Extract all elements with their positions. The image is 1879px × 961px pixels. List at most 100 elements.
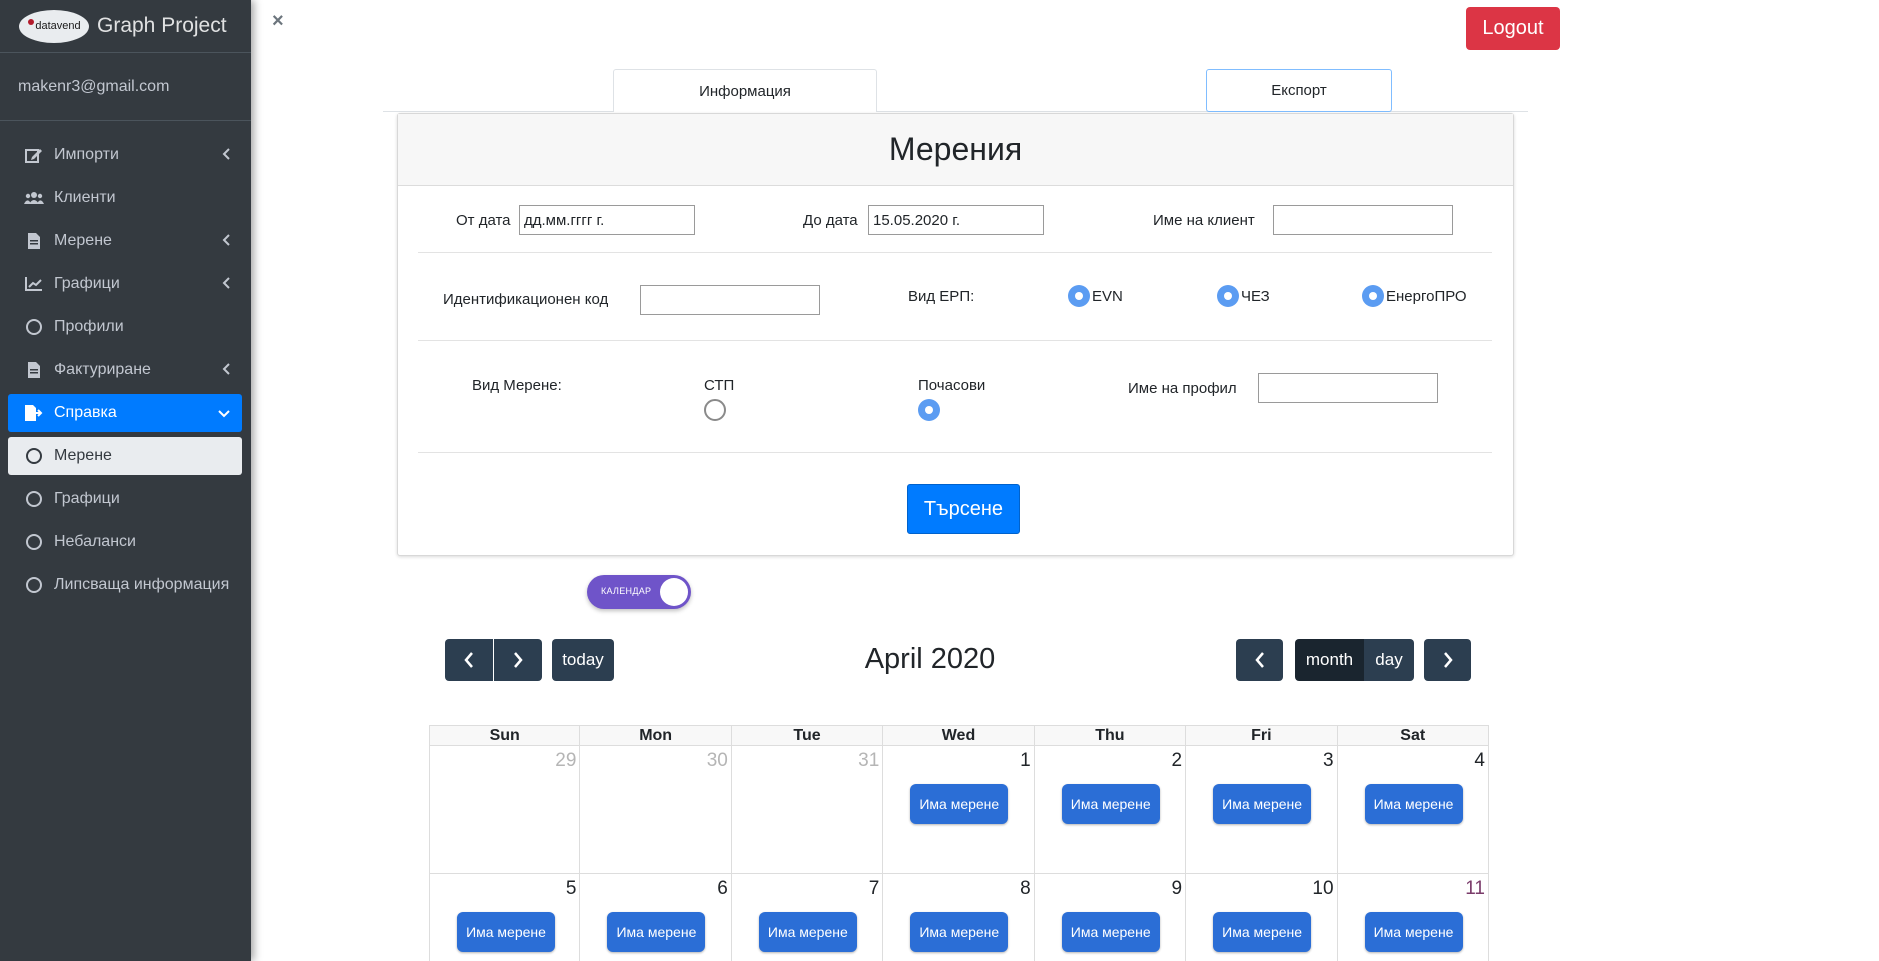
calendar-day-number[interactable]: 4: [1474, 750, 1485, 772]
from-date-input[interactable]: [519, 205, 695, 235]
calendar-day-number[interactable]: 1: [1020, 750, 1031, 772]
calendar-event[interactable]: Има мерене: [1061, 784, 1160, 824]
profile-name-input[interactable]: [1258, 373, 1438, 403]
calendar-day-cell[interactable]: 8 Има мерене: [883, 874, 1035, 961]
weekday-header: Mon: [580, 726, 732, 745]
sidebar-item-metering[interactable]: Мерене: [8, 222, 242, 260]
calendar-event[interactable]: Има мерене: [910, 912, 1009, 952]
calendar-day-cell[interactable]: 7 Има мерене: [732, 874, 884, 961]
calendar-day-number[interactable]: 7: [869, 878, 880, 900]
sidebar-item-invoicing[interactable]: Фактуриране: [8, 351, 242, 389]
to-date-label: До дата: [803, 212, 858, 229]
id-code-label: Идентификационен код: [443, 291, 609, 308]
calendar-event[interactable]: Има мерене: [758, 912, 857, 952]
metering-type-label: Вид Мерене:: [472, 377, 562, 394]
calendar-day-cell[interactable]: 30: [580, 746, 732, 873]
calendar-event[interactable]: Има мерене: [457, 912, 555, 952]
view-day-button[interactable]: day: [1364, 639, 1414, 681]
calendar-day-cell[interactable]: 11 Има мерене: [1338, 874, 1489, 961]
calendar-day-number[interactable]: 2: [1172, 750, 1183, 772]
calendar-week-row: 29 30 31 1 Има мерене 2 Има мерене 3 Има мерене 4…: [429, 746, 1489, 874]
circle-icon: [23, 448, 45, 464]
id-code-input[interactable]: [640, 285, 820, 315]
calendar-today-button[interactable]: today: [552, 639, 614, 681]
erp-evn-radio[interactable]: [1068, 285, 1090, 307]
measurements-card: Мерения От дата До дата Име на клиент Ид…: [397, 113, 1514, 556]
erp-energopro-radio[interactable]: [1362, 285, 1384, 307]
calendar-day-number[interactable]: 3: [1323, 750, 1334, 772]
calendar-day-cell[interactable]: 9 Има мерене: [1035, 874, 1187, 961]
row-divider: [418, 252, 1492, 253]
calendar-day-number[interactable]: 10: [1312, 878, 1333, 900]
erp-evn-label: EVN: [1092, 288, 1123, 305]
search-button[interactable]: Търсене: [907, 484, 1020, 534]
chevron-left-icon: [222, 362, 230, 380]
chevron-left-icon: [222, 147, 230, 165]
sidebar-subitem-missing-info[interactable]: Липсваща информация: [8, 566, 242, 604]
calendar-day-cell[interactable]: 6 Има мерене: [580, 874, 732, 961]
calendar-day-cell[interactable]: 3 Има мерене: [1186, 746, 1338, 873]
calendar-day-number[interactable]: 30: [707, 750, 728, 772]
calendar-next-button[interactable]: [494, 639, 542, 681]
sidebar-item-graphs[interactable]: Графици: [8, 265, 242, 303]
calendar-event[interactable]: Има мерене: [1364, 784, 1463, 824]
chevron-left-icon: [222, 276, 230, 294]
to-date-input[interactable]: [868, 205, 1044, 235]
calendar-toggle[interactable]: КАЛЕНДАР: [587, 575, 691, 609]
calendar-day-cell[interactable]: 29: [429, 746, 581, 873]
calendar-day-number[interactable]: 9: [1172, 878, 1183, 900]
sidebar-item-reports[interactable]: Справка: [8, 394, 242, 432]
logout-button[interactable]: Logout: [1466, 7, 1560, 50]
calendar-day-cell[interactable]: 31: [732, 746, 884, 873]
sidebar-subitem-label: Мерене: [54, 447, 112, 464]
calendar-weeks: 29 30 31 1 Има мерене 2 Има мерене 3 Има мерене 4…: [429, 746, 1489, 961]
client-name-input[interactable]: [1273, 205, 1453, 235]
calendar-day-number[interactable]: 6: [717, 878, 728, 900]
close-icon[interactable]: ×: [272, 10, 284, 33]
calendar-event[interactable]: Има мерене: [1364, 912, 1463, 952]
tab-export[interactable]: Експорт: [1206, 69, 1392, 112]
metering-stp-radio[interactable]: [704, 399, 726, 421]
brand[interactable]: datavend Graph Project: [0, 0, 251, 53]
sidebar-subitem-graphs[interactable]: Графици: [8, 480, 242, 518]
erp-cez-label: ЧЕЗ: [1241, 288, 1270, 305]
calendar-event[interactable]: Има мерене: [1061, 912, 1160, 952]
calendar-prev-month-button[interactable]: [1236, 639, 1283, 681]
sidebar-nav: Импорти Клиенти Мерене Графици Профили Ф…: [8, 136, 242, 609]
metering-stp-label: СТП: [704, 377, 735, 394]
sidebar-subitem-metering[interactable]: Мерене: [8, 437, 242, 475]
calendar-day-number[interactable]: 31: [858, 750, 879, 772]
calendar-day-cell[interactable]: 10 Има мерене: [1186, 874, 1338, 961]
chart-line-icon: [23, 277, 45, 291]
sidebar-subitem-imbalances[interactable]: Небаланси: [8, 523, 242, 561]
sidebar-item-clients[interactable]: Клиенти: [8, 179, 242, 217]
calendar-event[interactable]: Има мерене: [1213, 784, 1312, 824]
calendar-event[interactable]: Има мерене: [1213, 912, 1312, 952]
calendar-day-number[interactable]: 11: [1465, 878, 1485, 900]
calendar-prev-button[interactable]: [445, 639, 493, 681]
chevron-right-icon: [514, 652, 523, 668]
calendar-day-number[interactable]: 29: [555, 750, 576, 772]
sidebar-item-imports[interactable]: Импорти: [8, 136, 242, 174]
erp-cez-radio[interactable]: [1217, 285, 1239, 307]
sidebar-item-profiles[interactable]: Профили: [8, 308, 242, 346]
tab-information[interactable]: Информация: [613, 69, 877, 112]
erp-type-label: Вид ЕРП:: [908, 288, 975, 305]
toggle-knob: [660, 578, 688, 606]
user-panel[interactable]: makenr3@gmail.com: [0, 53, 251, 121]
user-email[interactable]: makenr3@gmail.com: [18, 78, 169, 96]
card-title: Мерения: [398, 114, 1513, 186]
calendar-day-cell[interactable]: 2 Има мерене: [1035, 746, 1187, 873]
calendar-day-number[interactable]: 8: [1020, 878, 1031, 900]
view-month-button[interactable]: month: [1295, 639, 1364, 681]
logo-text: datavend: [35, 20, 81, 32]
erp-energopro-label: ЕнергоПРО: [1386, 288, 1467, 305]
metering-hourly-radio[interactable]: [918, 399, 940, 421]
calendar-event[interactable]: Има мерене: [607, 912, 706, 952]
calendar-day-number[interactable]: 5: [566, 878, 577, 900]
calendar-event[interactable]: Има мерене: [910, 784, 1009, 824]
calendar-next-month-button[interactable]: [1424, 639, 1471, 681]
calendar-day-cell[interactable]: 1 Има мерене: [883, 746, 1035, 873]
calendar-day-cell[interactable]: 5 Има мерене: [429, 874, 581, 961]
calendar-day-cell[interactable]: 4 Има мерене: [1338, 746, 1489, 873]
